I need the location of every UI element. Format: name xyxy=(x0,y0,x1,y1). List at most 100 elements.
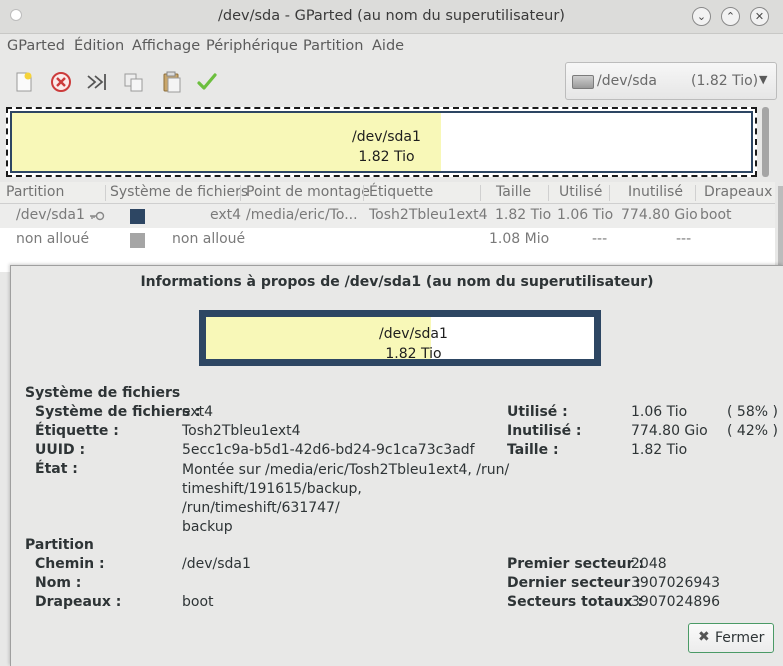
path-label: Chemin : xyxy=(35,556,105,572)
used-value: 1.06 Tio xyxy=(631,404,688,420)
delete-icon[interactable] xyxy=(49,70,73,94)
fs-type-label: Système de fichiers : xyxy=(35,404,201,420)
table-row[interactable]: non alloué non alloué 1.08 Mio --- --- xyxy=(0,228,775,252)
cell-used: --- xyxy=(592,231,608,247)
menu-partition[interactable]: Partition xyxy=(303,38,363,54)
close-window-button[interactable]: ✕ xyxy=(750,7,769,26)
path-value: /dev/sda1 xyxy=(182,556,251,572)
cell-size: 1.08 Mio xyxy=(489,231,550,247)
partition-block-sda1[interactable]: /dev/sda1 1.82 Tio xyxy=(10,111,753,173)
fs-label-label: Étiquette : xyxy=(35,423,119,439)
state-label: État : xyxy=(35,461,78,477)
new-partition-icon[interactable] xyxy=(12,70,36,94)
state-line: timeshift/191615/backup, /run/timeshift/… xyxy=(182,481,362,516)
copy-icon[interactable] xyxy=(122,70,146,94)
cell-used: 1.06 Tio xyxy=(557,207,614,223)
flags-label: Drapeaux : xyxy=(35,594,122,610)
device-selector[interactable]: /dev/sda (1.82 Tio) ▼ xyxy=(565,62,777,100)
unused-value: 774.80 Gio xyxy=(631,423,708,439)
first-sector-label: Premier secteur : xyxy=(507,556,644,572)
cell-filesystem: ext4 xyxy=(210,207,242,223)
used-label: Utilisé : xyxy=(507,404,568,420)
partition-size: 1.82 Tio xyxy=(358,149,415,165)
menu-affichage[interactable]: Affichage xyxy=(132,38,200,54)
cell-partition: /dev/sda1 xyxy=(16,207,85,223)
partition-list-header: Partition Système de fichiers Point de m… xyxy=(0,182,775,204)
paste-icon[interactable] xyxy=(160,70,184,94)
hard-disk-icon xyxy=(572,75,594,89)
cell-unused: 774.80 Gio xyxy=(621,207,698,223)
name-label: Nom : xyxy=(35,575,82,591)
close-button-label: Fermer xyxy=(715,630,765,646)
disk-graphic-scrollbar[interactable] xyxy=(762,107,769,177)
disk-graphic[interactable]: /dev/sda1 1.82 Tio xyxy=(6,107,757,177)
dialog-title: Informations à propos de /dev/sda1 (au n… xyxy=(140,274,654,290)
dialog-graphic-label: /dev/sda1 1.82 Tio xyxy=(379,324,448,364)
size-label: Taille : xyxy=(507,442,559,458)
partition-name: /dev/sda1 xyxy=(352,129,421,145)
menu-bar: GParted Édition Affichage Périphérique P… xyxy=(0,34,783,58)
device-name: /dev/sda xyxy=(597,73,657,89)
partition-info-dialog: Informations à propos de /dev/sda1 (au n… xyxy=(10,265,783,666)
unused-percent: ( 42% ) xyxy=(727,423,778,439)
cell-filesystem: non alloué xyxy=(172,231,246,247)
fs-label-value: Tosh2Tbleu1ext4 xyxy=(182,423,301,439)
fs-color-swatch xyxy=(130,233,145,248)
col-flags[interactable]: Drapeaux xyxy=(704,184,772,200)
maximize-button[interactable]: ⌃ xyxy=(721,7,740,26)
section-partition: Partition xyxy=(25,537,94,553)
title-bar: /dev/sda - GParted (au nom du superutili… xyxy=(0,0,783,34)
used-percent: ( 58% ) xyxy=(727,404,778,420)
menu-gparted[interactable]: GParted xyxy=(7,38,65,54)
partition-list: Partition Système de fichiers Point de m… xyxy=(0,182,775,272)
cell-flags: boot xyxy=(700,207,732,223)
cell-mountpoint: /media/eric/To... xyxy=(246,207,358,223)
state-line: backup xyxy=(182,519,233,535)
fs-type-value: ext4 xyxy=(182,404,214,420)
table-row[interactable]: /dev/sda1 ext4 /media/eric/To... Tosh2Tb… xyxy=(0,204,775,228)
col-used[interactable]: Utilisé xyxy=(559,184,602,200)
dialog-partition-name: /dev/sda1 xyxy=(379,326,448,342)
cell-label: Tosh2Tbleu1ext4 xyxy=(369,207,488,223)
cell-size: 1.82 Tio xyxy=(495,207,552,223)
state-value: Montée sur /media/eric/Tosh2Tbleu1ext4, … xyxy=(182,461,512,537)
col-filesystem[interactable]: Système de fichiers xyxy=(110,184,248,200)
section-filesystem: Système de fichiers xyxy=(25,385,181,401)
menu-peripherique[interactable]: Périphérique xyxy=(206,38,298,54)
cell-unused: --- xyxy=(676,231,692,247)
menu-edition[interactable]: Édition xyxy=(74,38,124,54)
device-size: (1.82 Tio) xyxy=(691,73,759,89)
fs-color-swatch xyxy=(130,209,145,224)
uuid-label: UUID : xyxy=(35,442,86,458)
cell-partition: non alloué xyxy=(16,231,90,247)
last-sector-label: Dernier secteur : xyxy=(507,575,641,591)
minimize-button[interactable]: ⌄ xyxy=(692,7,711,26)
dropdown-arrow-icon: ▼ xyxy=(759,73,768,86)
close-icon: ✖ xyxy=(698,629,710,645)
dialog-partition-block: /dev/sda1 1.82 Tio xyxy=(206,317,594,362)
total-sectors-label: Secteurs totaux : xyxy=(507,594,644,610)
col-label[interactable]: Étiquette xyxy=(369,184,433,200)
window-scrollbar[interactable] xyxy=(778,186,783,266)
total-sectors-value: 3907024896 xyxy=(631,594,721,610)
size-value: 1.82 Tio xyxy=(631,442,688,458)
key-icon xyxy=(90,211,105,221)
window-title: /dev/sda - GParted (au nom du superutili… xyxy=(218,8,565,24)
close-button[interactable]: ✖ Fermer xyxy=(688,623,774,653)
col-unused[interactable]: Inutilisé xyxy=(628,184,683,200)
state-line: Montée sur /media/eric/Tosh2Tbleu1ext4, … xyxy=(182,462,510,478)
col-mountpoint[interactable]: Point de montage xyxy=(246,184,370,200)
unused-label: Inutilisé : xyxy=(507,423,582,439)
dialog-partition-graphic: /dev/sda1 1.82 Tio xyxy=(199,310,601,366)
dialog-partition-size: 1.82 Tio xyxy=(385,346,442,362)
uuid-value: 5ecc1c9a-b5d1-42d6-bd24-9c1ca73c3adf xyxy=(182,442,475,458)
first-sector-value: 2048 xyxy=(631,556,667,572)
resize-move-icon[interactable] xyxy=(85,70,109,94)
disk-graphic-label: /dev/sda1 1.82 Tio xyxy=(352,127,421,167)
menu-aide[interactable]: Aide xyxy=(372,38,404,54)
col-partition[interactable]: Partition xyxy=(6,184,64,200)
col-size[interactable]: Taille xyxy=(496,184,531,200)
flags-value: boot xyxy=(182,594,214,610)
apply-icon[interactable] xyxy=(195,70,219,94)
last-sector-value: 3907026943 xyxy=(631,575,721,591)
